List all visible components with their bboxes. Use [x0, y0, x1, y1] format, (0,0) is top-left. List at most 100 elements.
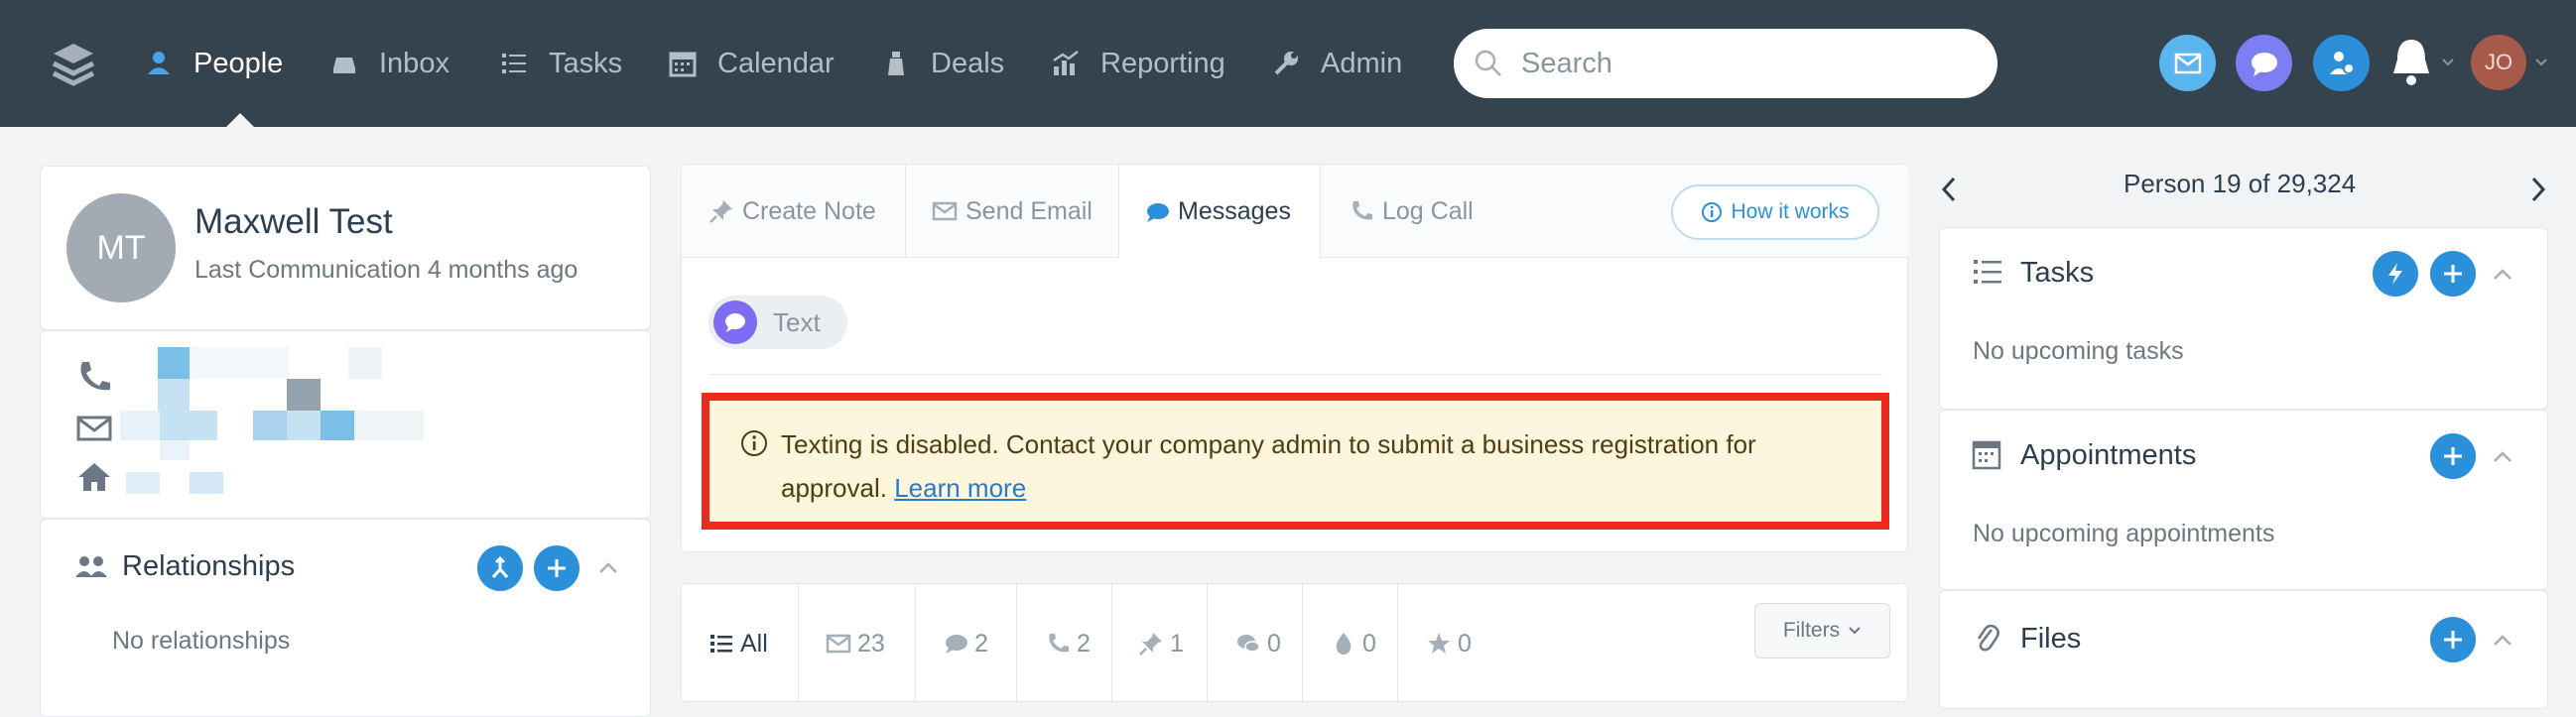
add-appointment-button[interactable]	[2430, 433, 2476, 479]
person-add-icon	[2329, 51, 2355, 74]
home-icon[interactable]	[74, 457, 114, 497]
collapse-tasks-icon[interactable]	[2492, 268, 2513, 282]
activity-tab-conversations[interactable]: 0	[1208, 584, 1303, 703]
alert-message: Texting is disabled. Contact your compan…	[781, 422, 1853, 510]
plus-icon	[2444, 631, 2462, 649]
email-quick-button[interactable]	[2159, 35, 2216, 91]
user-avatar[interactable]: JO	[2471, 35, 2526, 90]
activity-tab-favorites[interactable]: 0	[1398, 584, 1493, 703]
plus-icon	[2444, 447, 2462, 465]
add-relationship-button[interactable]	[534, 545, 580, 591]
tasks-empty: No upcoming tasks	[1973, 337, 2184, 365]
add-file-button[interactable]	[2430, 617, 2476, 662]
paperclip-icon	[1977, 624, 1999, 652]
next-person-chevron-icon[interactable]	[2528, 175, 2548, 204]
nav-tasks[interactable]: Tasks	[499, 0, 622, 127]
add-task-button[interactable]	[2430, 251, 2476, 297]
nav-reporting[interactable]: Reporting	[1051, 0, 1225, 127]
pin-icon	[709, 200, 732, 223]
nav-people[interactable]: People	[144, 0, 283, 127]
nav-people-label: People	[193, 47, 284, 79]
composer-divider	[708, 374, 1882, 375]
people-quick-button[interactable]	[2313, 35, 2370, 91]
plus-icon	[548, 559, 566, 577]
lightning-icon	[2388, 263, 2402, 285]
activity-tab-notes[interactable]: 1	[1112, 584, 1208, 703]
reporting-icon	[1053, 51, 1079, 75]
activity-tab-notes-count: 1	[1170, 629, 1184, 657]
files-title: Files	[2020, 623, 2082, 655]
link-relationship-button[interactable]	[477, 545, 523, 591]
tab-messages-label: Messages	[1178, 197, 1291, 225]
email-icon[interactable]	[74, 409, 114, 448]
phone-icon	[1049, 634, 1069, 653]
activity-tab-drips[interactable]: 0	[1303, 584, 1398, 703]
collapse-relationships-icon[interactable]	[597, 561, 619, 575]
quick-task-button[interactable]	[2373, 251, 2418, 297]
previous-person-chevron-icon[interactable]	[1939, 175, 1959, 204]
plus-icon	[2444, 265, 2462, 283]
people-icon	[148, 52, 170, 74]
tab-messages[interactable]: Messages	[1119, 165, 1321, 259]
learn-more-link[interactable]: Learn more	[894, 473, 1026, 503]
collapse-files-icon[interactable]	[2492, 634, 2513, 648]
relationships-empty: No relationships	[112, 627, 291, 655]
email-icon	[826, 634, 851, 654]
appointments-card: Appointments No upcoming appointments	[1939, 410, 2548, 590]
nav-reporting-label: Reporting	[1100, 47, 1225, 79]
activity-feed-card: All 23 2 2 1 0 0 0 Filters	[681, 583, 1908, 703]
search-icon	[1475, 50, 1501, 76]
nav-inbox[interactable]: Inbox	[329, 0, 450, 127]
activity-tab-favorites-count: 0	[1458, 629, 1472, 657]
phone-icon[interactable]	[74, 358, 114, 398]
info-icon	[1702, 202, 1723, 222]
contact-info-card	[40, 330, 651, 519]
collapse-appointments-icon[interactable]	[2492, 450, 2513, 464]
tab-create-note[interactable]: Create Note	[682, 165, 906, 258]
nav-inbox-label: Inbox	[379, 47, 450, 79]
activity-tab-conversations-count: 0	[1267, 629, 1281, 657]
how-it-works-button[interactable]: How it works	[1671, 184, 1879, 240]
star-icon	[1428, 633, 1450, 654]
filters-label: Filters	[1782, 619, 1841, 642]
nav-calendar[interactable]: Calendar	[668, 0, 835, 127]
tab-log-call[interactable]: Log Call	[1321, 165, 1499, 258]
chat-bubble-icon	[2251, 52, 2277, 76]
filters-dropdown[interactable]: Filters	[1754, 603, 1890, 658]
appointments-empty: No upcoming appointments	[1973, 520, 2275, 547]
tasks-title: Tasks	[2020, 257, 2095, 289]
activity-tab-email[interactable]: 23	[799, 584, 916, 703]
inbox-icon	[333, 58, 355, 73]
merge-arrow-icon	[491, 556, 509, 578]
texting-disabled-alert: Texting is disabled. Contact your compan…	[702, 393, 1889, 530]
activity-tab-email-count: 23	[857, 629, 885, 657]
text-bubble-icon	[713, 300, 757, 344]
deals-icon	[888, 52, 904, 75]
composer-card: Create Note Send Email Messages Log Call…	[681, 164, 1909, 552]
text-channel-pill[interactable]: Text	[708, 296, 847, 349]
appointments-title: Appointments	[2020, 439, 2197, 471]
phone-icon	[1352, 201, 1372, 220]
activity-tab-messages[interactable]: 2	[916, 584, 1017, 703]
nav-deals[interactable]: Deals	[881, 0, 1004, 127]
person-name: Maxwell Test	[194, 202, 393, 241]
wrench-icon	[1274, 52, 1298, 75]
messages-quick-button[interactable]	[2236, 35, 2292, 91]
tab-send-email[interactable]: Send Email	[906, 165, 1119, 258]
top-navigation-bar: People Inbox Tasks Calendar Deals Report…	[0, 0, 2576, 128]
tasks-list-icon	[502, 54, 526, 73]
nav-calendar-label: Calendar	[717, 47, 835, 79]
user-menu-caret-icon[interactable]	[2534, 58, 2548, 67]
notifications-caret-icon[interactable]	[2441, 58, 2455, 67]
search-input[interactable]	[1521, 47, 1978, 80]
composer-tabs: Create Note Send Email Messages Log Call…	[682, 165, 1909, 259]
nav-admin-label: Admin	[1321, 47, 1403, 79]
nav-admin[interactable]: Admin	[1271, 0, 1402, 127]
last-communication: Last Communication 4 months ago	[194, 256, 579, 284]
activity-tab-calls[interactable]: 2	[1017, 584, 1112, 703]
app-logo-icon[interactable]	[50, 40, 97, 87]
files-card: Files	[1939, 590, 2548, 709]
notifications-bell-icon[interactable]	[2388, 36, 2434, 87]
search-box[interactable]	[1454, 29, 1997, 98]
activity-tab-all[interactable]: All	[682, 584, 799, 703]
